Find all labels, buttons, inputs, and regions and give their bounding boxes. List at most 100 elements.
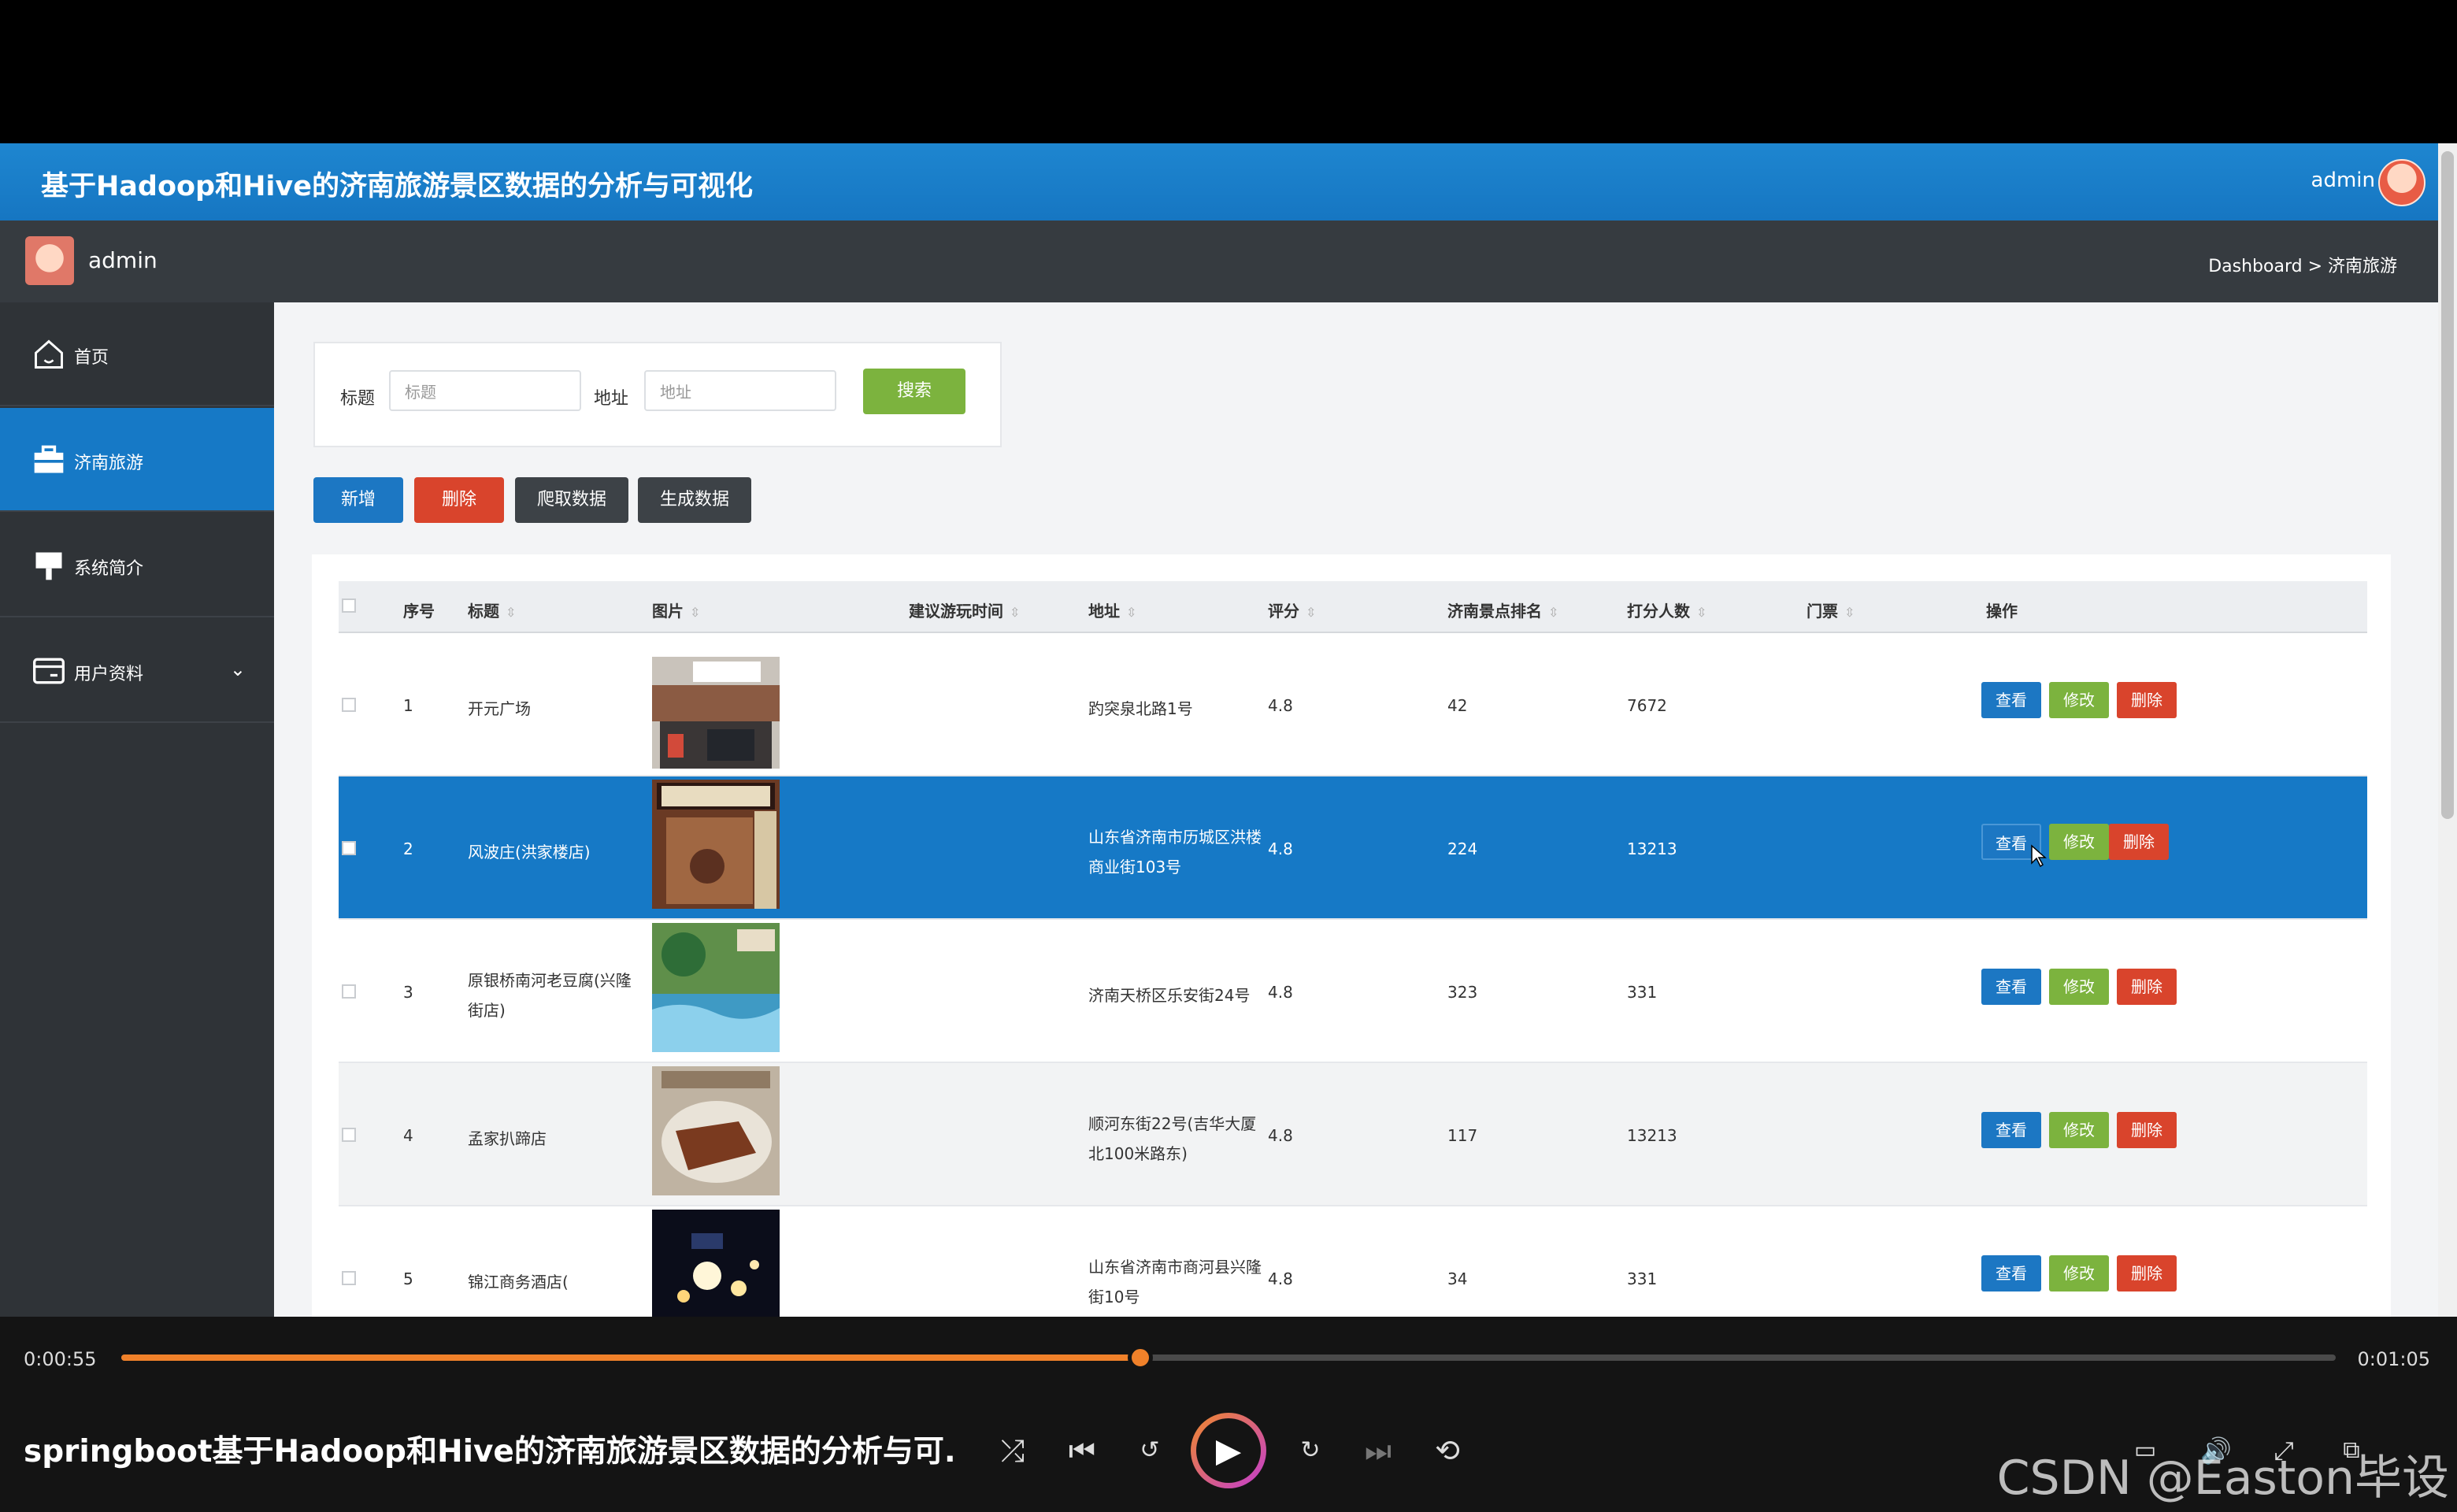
forward-30-icon[interactable]: ↻ — [1287, 1427, 1334, 1474]
view-button[interactable]: 查看 — [1981, 969, 2041, 1005]
sidebar-item-system-intro[interactable]: 系统简介 — [0, 513, 274, 617]
cell-no: 2 — [403, 839, 413, 858]
cell-votes: 331 — [1627, 983, 1658, 1002]
page-scrollbar[interactable] — [2438, 143, 2457, 1317]
table-row[interactable]: 1 开元广场 趵突泉北路1号 4.8 42 7672 查看 修改 删除 — [339, 633, 2367, 776]
table-header: 序号 标题 ⇳ 图片 ⇳ 建议游玩时间 ⇳ 地址 ⇳ 评分 ⇳ 济南景点排名 ⇳ 打分人数 ⇳… — [339, 581, 2367, 633]
cell-title: 风波庄(洪家楼店) — [468, 843, 591, 862]
progress-fill — [121, 1354, 1140, 1361]
crawl-data-button[interactable]: 爬取数据 — [515, 477, 628, 523]
delete-button[interactable]: 删除 — [2117, 969, 2177, 1005]
row-checkbox[interactable] — [342, 698, 356, 712]
repeat-off-icon[interactable]: ⟲ — [1424, 1427, 1471, 1474]
edit-button[interactable]: 修改 — [2049, 682, 2109, 718]
rewind-10-icon[interactable]: ↺ — [1126, 1427, 1173, 1474]
view-button[interactable]: 查看 — [1981, 682, 2041, 718]
night-photo — [652, 1210, 780, 1317]
total-time: 0:01:05 — [2357, 1348, 2430, 1370]
cell-rating: 4.8 — [1268, 983, 1293, 1002]
view-button[interactable]: 查看 — [1981, 1255, 2041, 1292]
row-checkbox[interactable] — [342, 1271, 356, 1285]
next-icon[interactable]: ⏭ — [1354, 1427, 1402, 1474]
delete-button[interactable]: 删除 — [2117, 1112, 2177, 1148]
address-search-input[interactable]: 地址 — [644, 370, 836, 411]
edit-button[interactable]: 修改 — [2049, 969, 2109, 1005]
add-button[interactable]: 新增 — [313, 477, 403, 523]
title-search-input[interactable]: 标题 — [389, 370, 581, 411]
scrollbar-thumb[interactable] — [2441, 151, 2454, 819]
edit-button[interactable]: 修改 — [2049, 1112, 2109, 1148]
cell-rank: 34 — [1447, 1269, 1468, 1288]
cell-votes: 331 — [1627, 1269, 1658, 1288]
row-checkbox[interactable] — [342, 1128, 356, 1142]
sidebar-item-label: 系统简介 — [74, 559, 144, 579]
search-button[interactable]: 搜索 — [863, 369, 965, 414]
delete-button[interactable]: 删除 — [2109, 824, 2169, 860]
col-rank[interactable]: 济南景点排名 ⇳ — [1447, 598, 1558, 621]
delete-button[interactable]: 删除 — [2117, 1255, 2177, 1292]
cell-address: 顺河东街22号(吉华大厦北100米路东) — [1088, 1114, 1257, 1163]
header-avatar[interactable] — [2378, 159, 2426, 206]
col-image[interactable]: 图片 ⇳ — [652, 598, 700, 621]
generate-data-button[interactable]: 生成数据 — [638, 477, 751, 523]
cell-title: 开元广场 — [468, 699, 531, 718]
progress-knob[interactable] — [1127, 1345, 1153, 1370]
cell-title: 原银桥南河老豆腐(兴隆街店) — [468, 971, 632, 1020]
delete-button[interactable]: 删除 — [2117, 682, 2177, 718]
col-actions: 操作 — [1986, 602, 2018, 621]
cell-title: 孟家扒蹄店 — [468, 1129, 547, 1148]
cell-rating: 4.8 — [1268, 839, 1293, 858]
title-label: 标题 — [340, 389, 376, 409]
sidebar-username: admin — [88, 247, 158, 273]
sidebar-item-label: 济南旅游 — [74, 454, 144, 473]
sidebar-item-user-profile[interactable]: 用户资料 ⌄ — [0, 619, 274, 723]
col-title[interactable]: 标题 ⇳ — [468, 598, 516, 621]
row-checkbox[interactable] — [342, 841, 356, 855]
table-row[interactable]: 5 锦江商务酒店( 山东省济南市商河县兴隆街10号 4.8 34 331 查看 … — [339, 1206, 2367, 1317]
cell-rank: 224 — [1447, 839, 1478, 858]
food-photo — [652, 1066, 780, 1195]
app-title: 基于Hadoop和Hive的济南旅游景区数据的分析与可视化 — [41, 171, 753, 202]
mouse-cursor-icon — [2031, 844, 2047, 868]
web-app: 基于Hadoop和Hive的济南旅游景区数据的分析与可视化 admin admi… — [0, 143, 2438, 1317]
col-play-time[interactable]: 建议游玩时间 ⇳ — [909, 598, 1020, 621]
edit-button[interactable]: 修改 — [2049, 824, 2109, 860]
header-username[interactable]: admin — [2311, 169, 2375, 192]
cell-address: 济南天桥区乐安街24号 — [1088, 986, 1251, 1005]
edit-button[interactable]: 修改 — [2049, 1255, 2109, 1292]
select-all-checkbox[interactable] — [342, 598, 356, 613]
chevron-down-icon: ⌄ — [229, 658, 246, 680]
table-row-selected[interactable]: 2 风波庄(洪家楼店) 山东省济南市历城区洪楼商业街103号 4.8 224 1… — [339, 776, 2367, 920]
progress-track[interactable] — [121, 1345, 2336, 1370]
sidebar: 首页 济南旅游 系统简介 用户资料 ⌄ — [0, 302, 274, 1317]
user-bar: admin Dashboard > 济南旅游 — [0, 220, 2438, 302]
table-row[interactable]: 4 孟家扒蹄店 顺河东街22号(吉华大厦北100米路东) 4.8 117 132… — [339, 1063, 2367, 1206]
shuffle-icon[interactable]: ⤮ — [989, 1427, 1036, 1474]
address-label: 地址 — [594, 389, 629, 409]
top-header: 基于Hadoop和Hive的济南旅游景区数据的分析与可视化 admin — [0, 143, 2438, 220]
csdn-watermark: CSDN @Easton毕设 — [1996, 1451, 2449, 1506]
table-row[interactable]: 3 原银桥南河老豆腐(兴隆街店) 济南天桥区乐安街24号 4.8 323 331… — [339, 920, 2367, 1063]
cell-address: 山东省济南市商河县兴隆街10号 — [1088, 1258, 1262, 1306]
play-button[interactable]: ▶ — [1191, 1413, 1266, 1488]
row-checkbox[interactable] — [342, 984, 356, 999]
cell-address: 趵突泉北路1号 — [1088, 699, 1193, 718]
id-card-icon — [33, 658, 65, 684]
sidebar-item-jinan-travel[interactable]: 济南旅游 — [0, 408, 274, 512]
view-button[interactable]: 查看 — [1981, 1112, 2041, 1148]
col-ticket[interactable]: 门票 ⇳ — [1807, 598, 1855, 621]
data-table: 序号 标题 ⇳ 图片 ⇳ 建议游玩时间 ⇳ 地址 ⇳ 评分 ⇳ 济南景点排名 ⇳ 打分人数 ⇳… — [312, 554, 2391, 1317]
sidebar-item-home[interactable]: 首页 — [0, 302, 274, 406]
col-rating[interactable]: 评分 ⇳ — [1268, 598, 1316, 621]
col-address[interactable]: 地址 ⇳ — [1088, 598, 1136, 621]
bulk-delete-button[interactable]: 删除 — [414, 477, 504, 523]
play-icon: ▶ — [1196, 1418, 1261, 1483]
col-votes[interactable]: 打分人数 ⇳ — [1627, 598, 1707, 621]
restaurant-photo — [652, 780, 780, 909]
sidebar-item-label: 用户资料 — [74, 665, 144, 684]
home-icon — [35, 339, 63, 369]
previous-icon[interactable]: ⏮ — [1058, 1427, 1106, 1474]
cell-rating: 4.8 — [1268, 1269, 1293, 1288]
cell-votes: 13213 — [1627, 839, 1677, 858]
cell-no: 1 — [403, 696, 413, 715]
